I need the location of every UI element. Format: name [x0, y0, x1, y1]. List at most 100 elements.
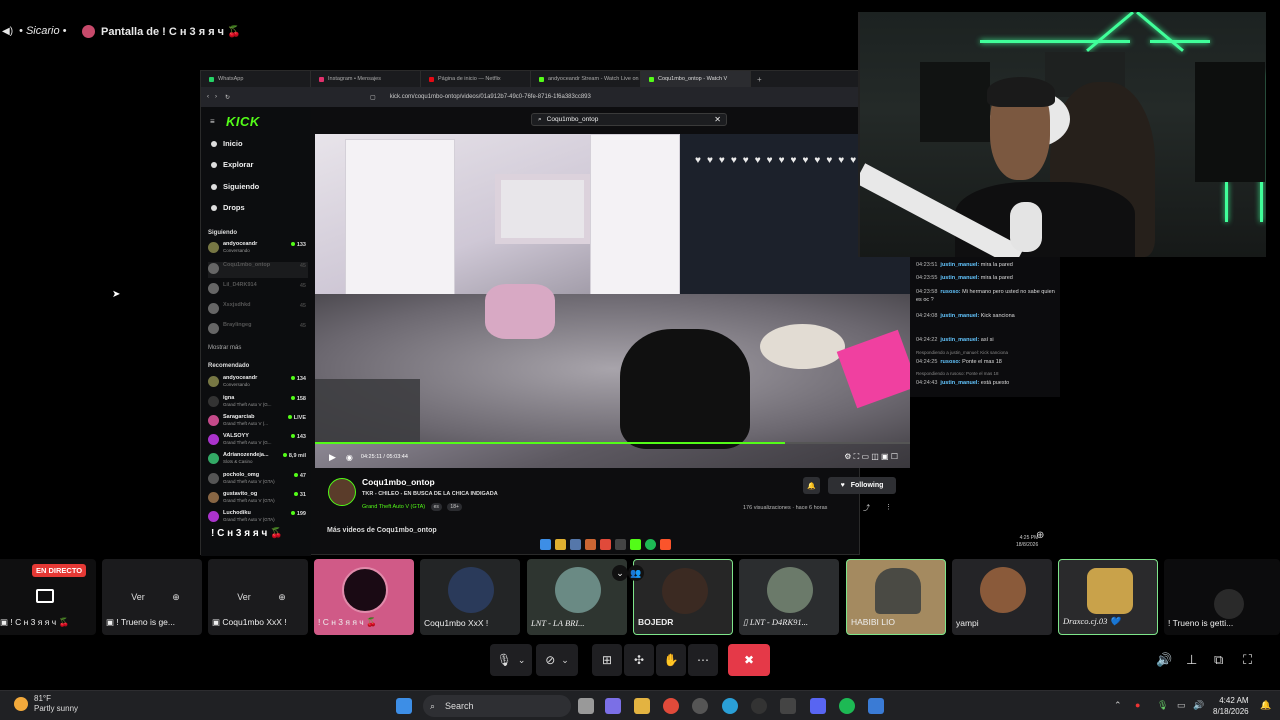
participant-tile[interactable]: HABIBI LIO [846, 559, 946, 635]
weather-widget[interactable]: 81°F Partly sunny [14, 694, 78, 714]
close-icon[interactable]: ✕ [714, 115, 721, 124]
watch-stream-button[interactable]: Ver [226, 587, 262, 607]
video-player[interactable]: ♥♥♥♥♥♥♥♥♥♥♥♥♥♥♥♥♥♥♥♥♥♥♥♥♥♥♥♥♥♥♥♥♥♥♥♥♥♥♥♥… [315, 134, 910, 468]
following-item[interactable]: Xsxjsdhkd 45 [208, 302, 308, 318]
network-icon[interactable]: ▭ [1177, 700, 1186, 711]
notification-bell-button[interactable]: 🔔 [803, 477, 820, 494]
participant-tile[interactable]: Coqu1mbo XxX ! [420, 559, 520, 635]
age-tag[interactable]: 18+ [447, 503, 462, 511]
microphone-icon[interactable]: 🎙 [1157, 700, 1168, 711]
recommended-item[interactable]: pocholo_omg Grand Theft Auto V (GTA) 47 [208, 472, 308, 488]
screen-share-icon [36, 589, 54, 603]
participant-tile[interactable]: ! Trueno is getti... [1164, 559, 1280, 635]
settings-icon[interactable]: ⚙ ⛶ ▭ ◫ ▣ ☐ [844, 452, 898, 462]
disconnect-button[interactable]: ✖ [728, 644, 770, 676]
browser-tab-active[interactable]: Coqu1mbo_ontop - Watch V [641, 71, 751, 87]
channel-avatar[interactable] [328, 478, 356, 506]
volume-icon[interactable]: ◉ [346, 453, 353, 462]
volume-icon[interactable]: 🔊 [1193, 700, 1204, 711]
participant-tile[interactable]: ▯ LNT - D4RK91... [739, 559, 839, 635]
copilot-icon[interactable] [605, 698, 621, 714]
nav-drops[interactable]: Drops [211, 203, 245, 212]
following-item[interactable]: Braylingeg 45 [208, 322, 308, 338]
microphone-button[interactable]: 🎙 ⌄ [490, 644, 532, 676]
back-icon[interactable]: ‹ [207, 94, 209, 100]
participant-tile[interactable]: Ver ⊕ ▣ Coqu1mbo XxX ! [208, 559, 308, 635]
menu-icon[interactable]: ≡ [210, 117, 215, 126]
task-view-icon[interactable] [578, 698, 594, 714]
browser-tab[interactable]: andyoceandr Stream - Watch Live on [531, 71, 641, 87]
recommended-item[interactable]: andyoceandr Conversando 134 [208, 375, 308, 391]
chrome-icon[interactable] [663, 698, 679, 714]
add-user-icon[interactable]: 👥 [628, 565, 644, 581]
popout-icon[interactable]: ⧉ [1214, 652, 1223, 668]
fullscreen-icon[interactable]: ⛶ [1243, 652, 1252, 668]
nav-explorar[interactable]: Explorar [211, 160, 253, 169]
notification-bell-icon[interactable]: 🔔 [1260, 700, 1271, 711]
forward-icon[interactable]: › [215, 94, 217, 100]
spotify-icon[interactable] [839, 698, 855, 714]
activities-button[interactable]: ✣ [624, 644, 654, 676]
video-controls: ▶ ◉ 04:25:11 / 05:03:44 ⚙ ⛶ ▭ ◫ ▣ ☐ [315, 446, 910, 468]
soundboard-button[interactable]: ✋ [656, 644, 686, 676]
camera-button[interactable]: ⊘ ⌄ [536, 644, 578, 676]
tray-app-icon[interactable]: ● [1135, 700, 1140, 710]
pin-icon[interactable]: ⊥ [1186, 652, 1197, 668]
zoom-icon[interactable]: ⊕ [1036, 530, 1044, 541]
participant-tile[interactable]: EN DIRECTO ▣ ! C н 3 я я ч 🍒 [0, 559, 96, 635]
more-button[interactable]: ⋯ [688, 644, 718, 676]
popout-icon[interactable]: ⊕ [158, 587, 194, 607]
bookmark-icon[interactable]: ▢ [370, 94, 376, 101]
settings-icon[interactable] [780, 698, 796, 714]
participant-tile[interactable]: BOJEDR [633, 559, 733, 635]
watch-stream-button[interactable]: Ver [120, 587, 156, 607]
github-icon[interactable] [692, 698, 708, 714]
participant-tile[interactable]: Ver ⊕ ▣ ! Trueno is ge... [102, 559, 202, 635]
windows-start-icon[interactable] [396, 698, 412, 714]
kick-logo[interactable]: KICK [226, 114, 260, 129]
following-item[interactable]: Lil_D4RK914 45 [208, 282, 308, 298]
discord-icon[interactable] [810, 698, 826, 714]
recommended-item[interactable]: igna Grand Theft Auto V (G... 158 [208, 395, 308, 411]
following-item[interactable]: andyoceandr Conversando 133 [208, 241, 308, 257]
chevron-up-icon[interactable]: ⌃ [1114, 700, 1122, 711]
browser-tab[interactable]: WhatsApp [201, 71, 311, 87]
obs-icon[interactable] [751, 698, 767, 714]
nav-siguiendo[interactable]: Siguiendo [211, 182, 259, 191]
file-explorer-icon[interactable] [634, 698, 650, 714]
language-tag[interactable]: es [430, 503, 442, 511]
video-progress-bar[interactable] [315, 442, 910, 444]
browser-tab[interactable]: Instagram • Mensajes [311, 71, 421, 87]
reload-icon[interactable]: ↻ [225, 94, 230, 101]
recommended-item[interactable]: gustavito_og Grand Theft Auto V (GTA) 31 [208, 491, 308, 507]
search-input[interactable]: ⌕ Coqu1mbo_ontop ✕ [531, 113, 727, 126]
new-tab-button[interactable]: + [757, 75, 762, 84]
channel-name[interactable]: Coqu1mbo_ontop [362, 477, 435, 487]
chevron-down-icon[interactable]: ⌄ [612, 565, 628, 581]
participant-tile[interactable]: ! C н 3 я я ч 🍒 [314, 559, 414, 635]
recommended-item[interactable]: VALSOYY Grand Theft Auto V (G... 143 [208, 433, 308, 449]
recommended-item[interactable]: Luchodiku Grand Theft Auto V (GTA) 199 [208, 510, 308, 526]
recommended-item[interactable]: Adrianozendeja... Slots & Casino 8,9 mil [208, 452, 308, 468]
app-icon[interactable] [868, 698, 884, 714]
show-more-link[interactable]: Mostrar más [208, 345, 241, 351]
system-clock[interactable]: 4:42 AM 8/18/2026 [1213, 695, 1249, 717]
follow-button[interactable]: ♥ Following [828, 477, 896, 494]
shared-browser-window[interactable]: WhatsApp Instagram • Mensajes Página de … [200, 70, 910, 556]
participant-tile[interactable]: Draxco.cj.03 💙 [1058, 559, 1158, 635]
volume-icon[interactable]: 🔊 [1156, 652, 1172, 668]
recommended-item[interactable]: Saragarciab Grand Theft Auto V (... LIVE [208, 414, 308, 430]
taskbar-search[interactable]: ⌕ Search [423, 695, 571, 717]
participant-tile[interactable]: yampi [952, 559, 1052, 635]
stream-category[interactable]: Grand Theft Auto V (GTA) es 18+ [362, 503, 462, 511]
popout-icon[interactable]: ⊕ [264, 587, 300, 607]
address-bar[interactable]: ‹ › ↻ ▢ kick.com/coqu1mbo-ontop/videos/0… [201, 87, 861, 107]
play-icon[interactable]: ▶ [329, 452, 336, 463]
more-options-icon[interactable]: ⋮ [885, 503, 892, 511]
share-screen-button[interactable]: ⊞ [592, 644, 622, 676]
nav-inicio[interactable]: Inicio [211, 139, 243, 148]
edge-icon[interactable] [722, 698, 738, 714]
share-icon[interactable]: ⤴ [863, 503, 870, 513]
following-item[interactable]: Coqu1mbo_ontop 45 [208, 262, 308, 278]
browser-tab[interactable]: Página de inicio — Netflix [421, 71, 531, 87]
